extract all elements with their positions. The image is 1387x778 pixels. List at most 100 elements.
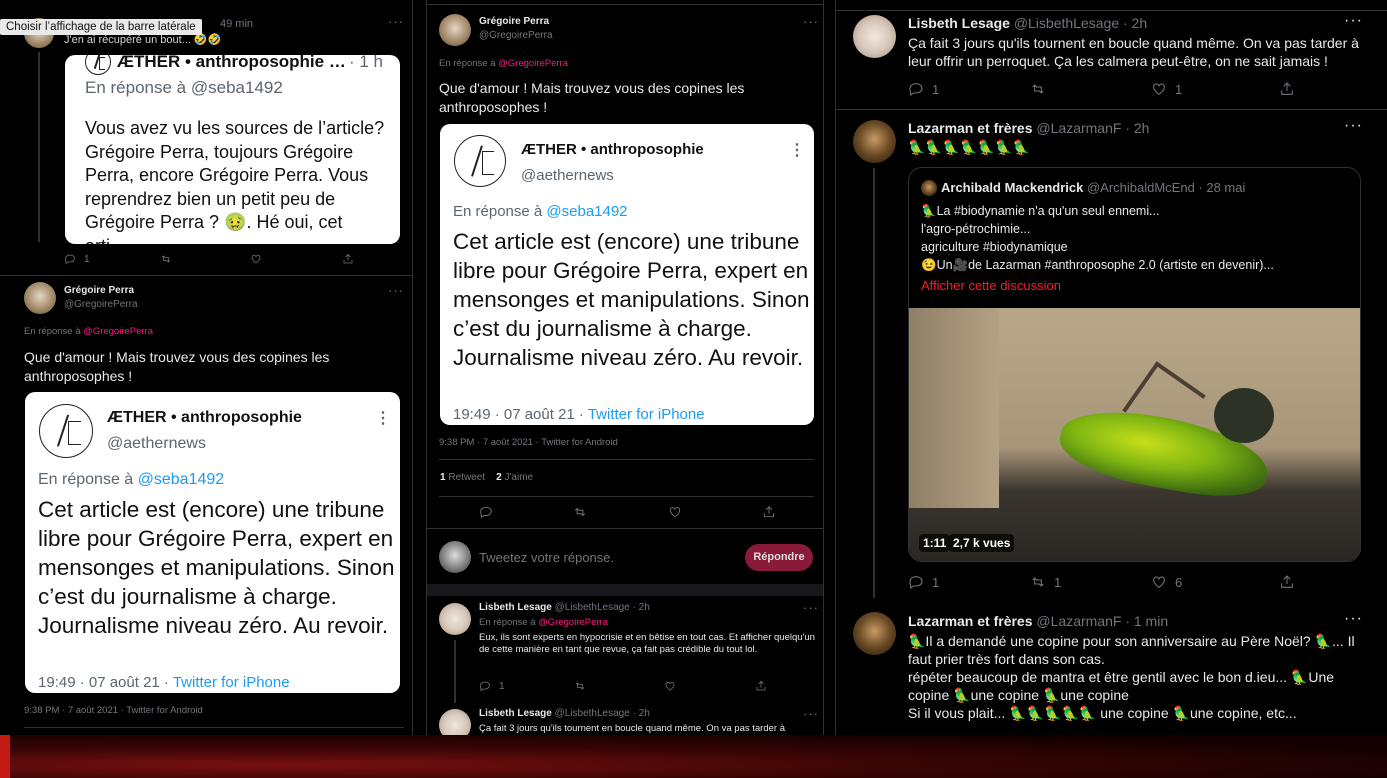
tweet-time: 49 min [220,18,254,30]
reply-icon [909,83,923,97]
avatar[interactable] [439,14,471,46]
account-handle: @aethernews [521,167,614,184]
retweet-icon [161,255,171,263]
like-button[interactable]: 1 [1151,81,1279,97]
more-icon[interactable]: ··· [388,283,404,298]
like-button[interactable]: 6 [1151,574,1279,590]
retweet-icon [1032,84,1044,94]
aether-logo-icon [454,135,506,187]
retweet-button[interactable]: 1 [1030,574,1151,590]
tweet-author-handle[interactable]: @GregoirePerra [64,299,138,310]
reply-context: En réponse à @GregoirePerra [439,58,568,69]
reply-handle-link[interactable]: @GregoirePerra [83,326,153,337]
retweet-button[interactable] [574,680,664,692]
aether-logo-icon [85,55,111,75]
kebab-icon: ⋮ [789,142,805,159]
tweet-author-handle[interactable]: @LisbethLesage · 2h [555,602,650,613]
retweet-button[interactable] [160,253,250,265]
reply-context: En réponse à @seba1492 [453,203,628,220]
more-icon[interactable]: ··· [803,706,819,721]
reply-handle-link[interactable]: @GregoirePerra [538,617,608,628]
like-button[interactable] [668,505,762,519]
divider [427,4,823,5]
avatar[interactable] [853,120,896,163]
quote-header: Archibald Mackendrick @ArchibaldMcEnd · … [941,180,1246,195]
tweet-author-handle[interactable]: @LisbethLesage · 2h [1014,15,1147,31]
embedded-tweet-image: ÆTHER • anthroposophie @aethernews ⋮ En … [25,392,400,693]
card-text: Cet article est (encore) une tribune lib… [38,497,395,638]
tweet-author-name[interactable]: Lisbeth Lesage [908,15,1010,31]
tweet-text: Que d'amour ! Mais trouvez vous des copi… [24,349,330,384]
avatar[interactable] [853,612,896,655]
account-handle: @aethernews [107,435,206,452]
tweet-author-name[interactable]: Grégoire Perra [64,285,134,296]
avatar[interactable] [439,709,471,735]
reply-context: En réponse à @GregoirePerra [479,617,608,628]
video-player[interactable]: 1:11 2,7 k vues [909,308,1360,561]
tweet-author-handle[interactable]: @LazarmanF · 2h [1036,120,1149,136]
avatar[interactable] [439,603,471,635]
tweet-author-name[interactable]: Lazarman et frères [908,120,1033,136]
like-button[interactable] [250,253,342,265]
quote-text: 🦜La #biodynamie n'a qu'un seul ennemi...… [921,204,1274,272]
kebab-icon: ⋮ [375,410,391,427]
tweet-author-handle[interactable]: @LisbethLesage · 2h [555,708,650,719]
share-button[interactable] [342,253,354,265]
share-button[interactable] [1279,574,1295,590]
retweet-icon [1032,577,1044,587]
tweet-text: Ça fait 3 jours qu'ils tournent en boucl… [908,35,1359,69]
reply-input[interactable]: Tweetez votre réponse. [479,550,614,565]
like-button[interactable] [664,680,755,692]
reply-button[interactable]: 1 [64,253,160,265]
share-icon [1281,575,1293,588]
tweet-actions: 1 1 6 [908,574,1295,590]
share-button[interactable] [1279,81,1295,97]
more-icon[interactable]: ··· [803,600,819,615]
more-icon[interactable]: ··· [1344,12,1363,30]
share-button[interactable] [762,505,776,519]
tweet-author-handle[interactable]: @LazarmanF · 1 min [1036,613,1168,629]
retweets-stat[interactable]: 1 Retweet [440,472,485,483]
more-icon[interactable]: ··· [1344,610,1363,628]
more-icon[interactable]: ··· [388,14,404,29]
retweet-button[interactable] [1030,81,1151,97]
reply-button[interactable]: 1 [908,81,1030,97]
video-frame [1214,388,1274,443]
likes-stat[interactable]: 2 J'aime [496,472,533,483]
more-icon[interactable]: ··· [803,14,819,29]
reply-submit-button[interactable]: Répondre [745,544,813,571]
share-button[interactable] [755,680,767,692]
retweet-button[interactable] [573,505,668,519]
reply-handle-link[interactable]: @GregoirePerra [498,58,568,69]
retweet-icon [575,507,585,517]
reply-icon [480,506,492,519]
tweet-author-name[interactable]: Lazarman et frères [908,613,1033,629]
tweet-header: Lazarman et frères @LazarmanF · 2h [908,120,1149,136]
show-thread-link[interactable]: Afficher cette discussion [921,278,1061,293]
tweet-author-name[interactable]: Lisbeth Lesage [479,708,552,719]
card-text: Cet article est (encore) une tribune lib… [453,229,810,370]
avatar[interactable] [24,282,56,314]
tweet-actions: 1 1 [908,81,1295,97]
video-duration: 1:11 [919,534,951,552]
tweet-header: Lisbeth Lesage @LisbethLesage · 2h [908,15,1147,31]
tweet-author-handle[interactable]: @GregoirePerra [479,30,553,41]
retweet-icon [575,682,585,690]
right-panel: Lisbeth Lesage @LisbethLesage · 2h ··· Ç… [835,0,1387,735]
divider [427,528,823,529]
tweet-author-name[interactable]: Lisbeth Lesage [479,602,552,613]
tweet-author-name[interactable]: Grégoire Perra [479,16,549,27]
reply-button[interactable] [479,505,573,519]
quoted-tweet[interactable]: Archibald Mackendrick @ArchibaldMcEnd · … [908,167,1361,562]
reply-button[interactable]: 1 [908,574,1030,590]
more-icon[interactable]: ··· [1344,117,1363,135]
reply-button[interactable]: 1 [479,680,574,692]
account-name: ÆTHER • anthroposophie … [117,55,346,71]
share-icon [763,506,775,518]
embedded-tweet-image: ÆTHER • anthroposophie @aethernews ⋮ En … [440,124,814,425]
card-footer: 19:49 · 07 août 21 · Twitter for iPhone [38,674,290,691]
card-text: Vous avez vu les sources de l’article? G… [85,118,385,244]
divider [836,10,1387,11]
avatar[interactable] [853,15,896,58]
tweet-text: 🦜🦜🦜🦜🦜🦜🦜 [908,139,1031,155]
